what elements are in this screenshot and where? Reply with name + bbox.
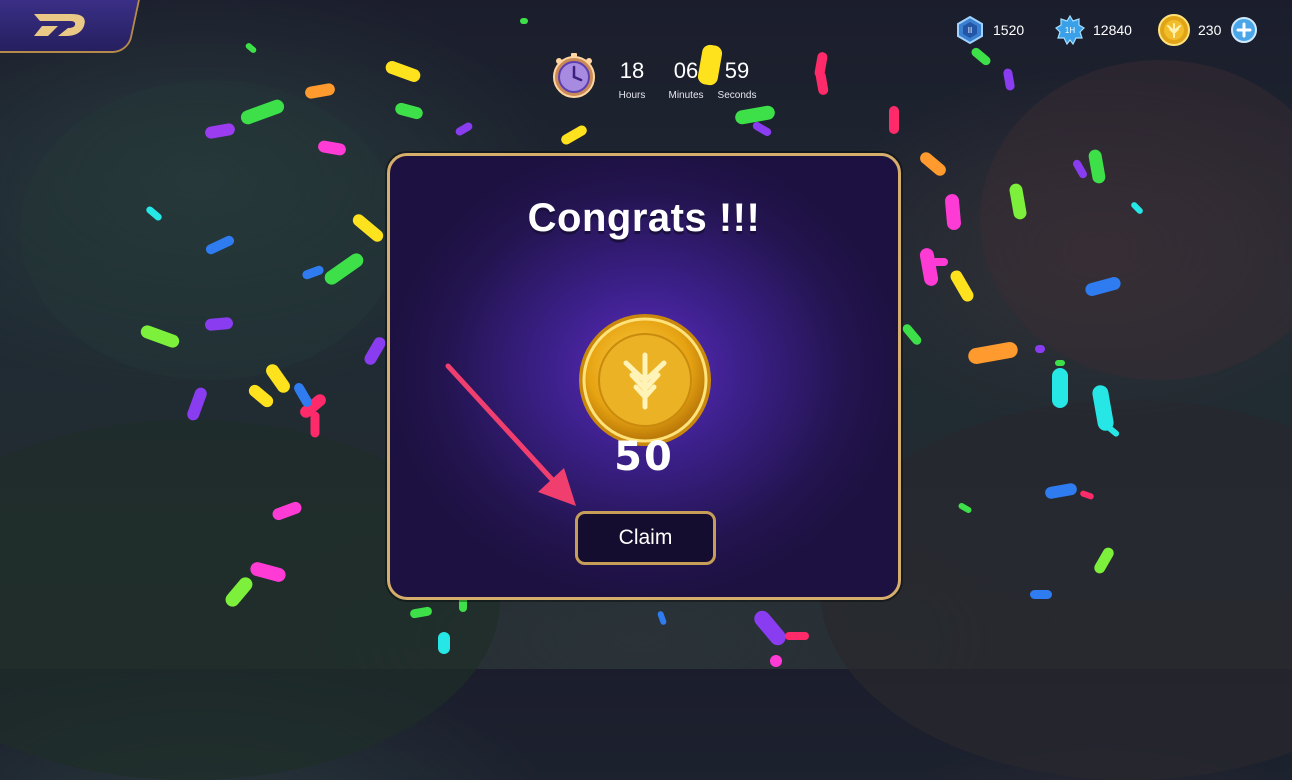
timer-minutes: 06 Minutes	[664, 58, 708, 101]
energy-badge-icon: 1H	[1055, 15, 1085, 45]
svg-text:II: II	[968, 26, 972, 35]
gem-badge-icon: II	[957, 15, 983, 45]
gem-value: 1520	[993, 22, 1025, 38]
back-arrow-icon[interactable]	[28, 8, 94, 42]
claim-button[interactable]: Claim	[575, 511, 716, 565]
timer-seconds: 59 Seconds	[714, 58, 760, 101]
energy-value: 12840	[1093, 22, 1132, 38]
gold-counter: 230	[1158, 14, 1258, 46]
svg-text:1H: 1H	[1065, 26, 1075, 35]
timer-seconds-label: Seconds	[717, 90, 757, 101]
timer-minutes-value: 06	[673, 58, 699, 83]
modal-title: Congrats !!!	[527, 196, 761, 240]
gold-value: 230	[1198, 22, 1222, 38]
gem-counter: II 1520	[955, 14, 1024, 46]
timer-hours-label: Hours	[618, 90, 646, 101]
timer-hours-value: 18	[619, 58, 645, 83]
clock-icon	[553, 53, 595, 98]
timer-hours: 18 Hours	[612, 58, 652, 101]
gold-coin-icon	[1158, 14, 1190, 46]
add-gold-icon[interactable]	[1231, 17, 1258, 43]
gold-coin-icon	[579, 314, 711, 446]
energy-counter: 1H 12840	[1055, 14, 1132, 46]
pointer-arrow-icon	[445, 363, 576, 506]
timer-minutes-label: Minutes	[668, 90, 704, 101]
timer-seconds-value: 59	[724, 58, 750, 83]
